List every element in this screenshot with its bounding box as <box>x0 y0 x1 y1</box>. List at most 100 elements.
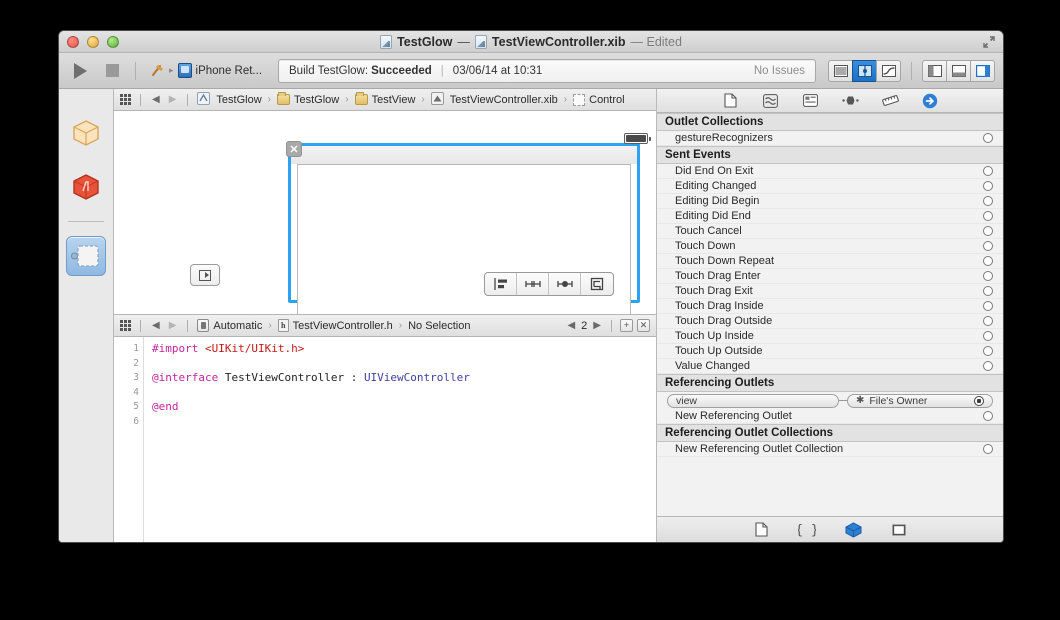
connection-well-icon[interactable] <box>983 331 993 341</box>
file-template-library-tab[interactable] <box>751 521 771 539</box>
connection-row[interactable]: Did End On Exit <box>657 164 1003 179</box>
assistant-related-items-icon[interactable] <box>120 320 131 331</box>
file-template-library-icon[interactable] <box>66 113 106 153</box>
connection-well-icon[interactable] <box>983 361 993 371</box>
back-button[interactable]: ◀ <box>150 94 162 105</box>
line-number: 1 <box>133 343 139 354</box>
code-snippet-library-tab[interactable]: { } <box>797 521 817 539</box>
assistant-next-button[interactable]: ▶ <box>591 320 603 331</box>
stop-button[interactable] <box>99 59 125 83</box>
close-assistant-editor-button[interactable]: ✕ <box>637 319 650 332</box>
connection-row[interactable]: Editing Did Begin <box>657 194 1003 209</box>
connection-row[interactable]: Touch Drag Inside <box>657 299 1003 314</box>
breadcrumb-file[interactable]: TestViewController.xib <box>430 92 558 107</box>
connection-row[interactable]: Value Changed <box>657 359 1003 374</box>
breadcrumb-separator-4: › <box>563 94 568 105</box>
breadcrumb-group-1[interactable]: TestGlow <box>277 92 339 106</box>
connections-inspector-tab[interactable] <box>920 92 940 110</box>
connection-well-icon[interactable] <box>983 166 993 176</box>
connection-label: Touch Drag Enter <box>675 270 761 282</box>
connection-row[interactable]: Touch Up Outside <box>657 344 1003 359</box>
object-library-icon[interactable] <box>66 236 106 276</box>
pin-button[interactable] <box>517 273 549 295</box>
connection-row[interactable]: Touch Cancel <box>657 224 1003 239</box>
media-library-tab[interactable] <box>889 521 909 539</box>
connection-row[interactable]: Editing Did End <box>657 209 1003 224</box>
align-button[interactable] <box>485 273 517 295</box>
run-button[interactable] <box>67 59 93 83</box>
connection-row[interactable]: gestureRecognizers <box>657 131 1003 146</box>
object-library-tab[interactable] <box>843 521 863 539</box>
new-referencing-outlet-collection-row[interactable]: New Referencing Outlet Collection <box>657 442 1003 457</box>
utilities-toggle-button[interactable] <box>970 59 995 82</box>
connection-well-icon[interactable] <box>983 346 993 356</box>
connection-row[interactable]: Touch Down <box>657 239 1003 254</box>
connection-well-icon[interactable] <box>983 271 993 281</box>
navigator-toggle-button[interactable] <box>922 59 947 82</box>
connection-well-icon[interactable] <box>983 226 993 236</box>
assistant-prev-button[interactable]: ◀ <box>565 320 577 331</box>
close-icon[interactable]: ✕ <box>286 141 302 157</box>
xib-icon <box>430 92 446 107</box>
assistant-file-crumb[interactable]: h TestViewController.h <box>277 319 393 332</box>
referencing-outlet-connection-row[interactable]: view ✱ File's Owner <box>657 392 1003 409</box>
code-editor[interactable]: 1 2 3 4 5 6 #import <UIKit/UIKit.h> @interfac… <box>114 337 656 542</box>
identity-inspector-tab[interactable] <box>800 92 820 110</box>
source-code-text[interactable]: #import <UIKit/UIKit.h> @interface TestV… <box>144 337 656 542</box>
resolve-issues-button[interactable] <box>549 273 581 295</box>
forward-button[interactable]: ▶ <box>167 94 179 105</box>
related-items-icon[interactable] <box>120 94 131 105</box>
breadcrumb-group-2[interactable]: TestView <box>354 92 415 106</box>
connection-well-icon[interactable] <box>983 133 993 143</box>
document-outline-toggle[interactable] <box>190 264 220 286</box>
assistant-editor-button[interactable] <box>852 59 877 82</box>
connection-well-icon[interactable] <box>983 241 993 251</box>
connection-row[interactable]: Touch Up Inside <box>657 329 1003 344</box>
new-referencing-outlet-row[interactable]: New Referencing Outlet <box>657 409 1003 424</box>
connection-well-icon[interactable] <box>983 444 993 454</box>
library-selector-bar: { } <box>657 516 1003 542</box>
assistant-mode-crumb[interactable]: Automatic <box>197 319 262 332</box>
attributes-inspector-tab[interactable] <box>840 92 860 110</box>
size-inspector-tab[interactable] <box>880 92 900 110</box>
status-timestamp: 03/06/14 at 10:31 <box>452 64 543 77</box>
code-snippet-library-icon[interactable] <box>66 167 106 207</box>
connection-well-icon[interactable] <box>983 286 993 296</box>
line-number: 4 <box>133 386 139 398</box>
quick-help-inspector-tab[interactable] <box>760 92 780 110</box>
version-editor-button[interactable] <box>876 59 901 82</box>
status-divider: | <box>440 64 444 77</box>
connection-row[interactable]: Touch Drag Outside <box>657 314 1003 329</box>
connection-well-icon[interactable] <box>983 181 993 191</box>
breadcrumb-separator-1: › <box>267 94 271 105</box>
scheme-selector[interactable]: ▸ iPhone Ret... <box>146 61 266 80</box>
resizing-behavior-button[interactable] <box>581 273 613 295</box>
outlet-name-pill[interactable]: view <box>667 393 839 408</box>
connection-well-icon[interactable] <box>974 395 984 406</box>
connection-row[interactable]: Touch Drag Exit <box>657 284 1003 299</box>
connection-well-icon[interactable] <box>983 316 993 326</box>
standard-editor-button[interactable] <box>828 59 853 82</box>
connection-well-icon[interactable] <box>983 211 993 221</box>
connection-well-icon[interactable] <box>983 196 993 206</box>
connection-well-icon[interactable] <box>983 411 993 421</box>
assistant-selection-crumb[interactable]: No Selection <box>408 320 470 332</box>
breadcrumb-control[interactable]: Control <box>573 93 625 106</box>
connection-row[interactable]: Editing Changed <box>657 179 1003 194</box>
connection-row[interactable]: Touch Drag Enter <box>657 269 1003 284</box>
interface-builder-canvas[interactable]: ✕ <box>114 111 656 314</box>
toolbar-divider <box>135 61 136 80</box>
add-assistant-editor-button[interactable]: + <box>620 319 633 332</box>
connection-row[interactable]: Touch Down Repeat <box>657 254 1003 269</box>
file-inspector-tab[interactable] <box>720 92 740 110</box>
activity-status-bar[interactable]: Build TestGlow: Succeeded | 03/06/14 at … <box>278 58 816 83</box>
debug-area-toggle-button[interactable] <box>946 59 971 82</box>
breadcrumb-project[interactable]: TestGlow <box>197 92 262 107</box>
assistant-back-button[interactable]: ◀ <box>150 320 162 331</box>
outlet-target-pill[interactable]: ✱ File's Owner <box>847 393 993 408</box>
fullscreen-icon[interactable] <box>981 35 996 50</box>
connection-well-icon[interactable] <box>983 301 993 311</box>
assistant-forward-button[interactable]: ▶ <box>167 320 179 331</box>
connection-well-icon[interactable] <box>983 256 993 266</box>
